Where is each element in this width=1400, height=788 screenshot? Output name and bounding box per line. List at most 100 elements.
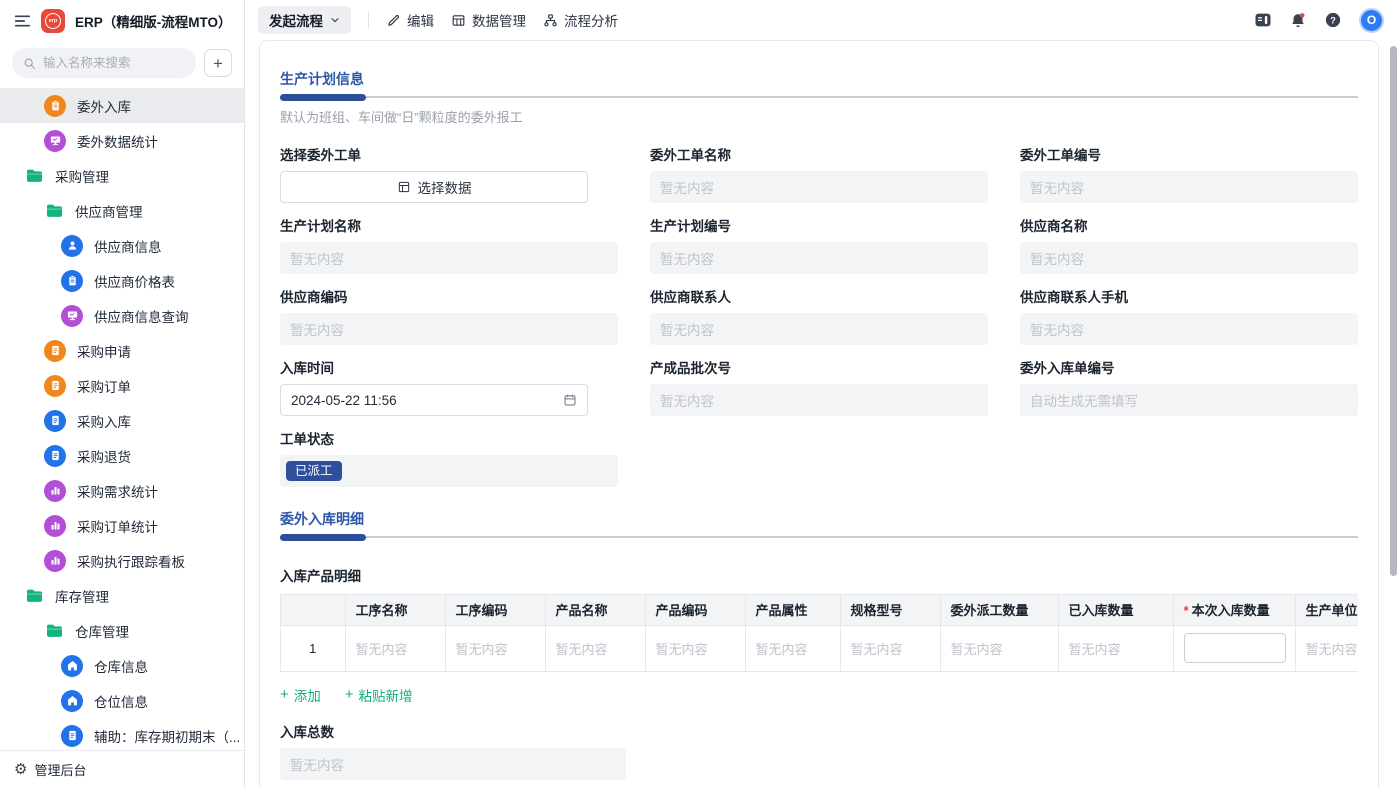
sidebar-item[interactable]: 采购订单统计 (0, 508, 244, 543)
field-label: 委外入库单编号 (1020, 357, 1358, 377)
sidebar-item[interactable]: 供应商管理 (0, 193, 244, 228)
total-inbound-value: 暂无内容 (280, 748, 626, 780)
sidebar-item[interactable]: 供应商价格表 (0, 263, 244, 298)
table-cell: 暂无内容 (345, 625, 445, 671)
hamburger-menu-icon[interactable] (14, 14, 31, 28)
table-grid-icon (451, 13, 466, 28)
data-management-menu-item[interactable]: 数据管理 (451, 10, 526, 30)
sidebar-item[interactable]: 委外入库 (0, 88, 244, 123)
field-label: 供应商联系人 (650, 286, 988, 306)
table-cell: 暂无内容 (840, 625, 940, 671)
readonly-field: 暂无内容 (650, 171, 988, 203)
help-icon[interactable]: ? (1324, 11, 1342, 29)
paste-add-label: 粘贴新增 (359, 685, 413, 705)
sidebar-item-label: 采购需求统计 (77, 481, 158, 501)
section-subtitle: 默认为班组、车间做“日”颗粒度的委外报工 (280, 107, 1358, 126)
start-process-button[interactable]: 发起流程 (258, 6, 351, 34)
chevron-down-icon (330, 15, 340, 25)
column-header: *本次入库数量 (1173, 595, 1295, 625)
form-grid: 选择委外工单选择数据委外工单名称暂无内容委外工单编号暂无内容生产计划名称暂无内容… (280, 144, 1358, 499)
svg-text:?: ? (1330, 15, 1336, 25)
sidebar-item[interactable]: 采购订单 (0, 368, 244, 403)
search-icon (23, 57, 36, 70)
panel-toggle-icon[interactable] (1254, 12, 1272, 28)
sidebar-header: erp ERP（精细版-流程MTO） (0, 0, 244, 42)
sidebar-item-label: 采购订单统计 (77, 516, 158, 536)
section-title: 委外入库明细 (280, 509, 1358, 529)
field-label: 委外工单编号 (1020, 144, 1358, 164)
scrollbar[interactable] (1390, 46, 1397, 576)
sidebar-item[interactable]: 采购管理 (0, 158, 244, 193)
inbound-quantity-input[interactable] (1184, 633, 1286, 663)
sidebar-item[interactable]: 采购申请 (0, 333, 244, 368)
table-cell: 暂无内容 (940, 625, 1058, 671)
sidebar-item[interactable]: 采购执行跟踪看板 (0, 543, 244, 578)
readonly-field: 暂无内容 (1020, 242, 1358, 274)
add-row-label: 添加 (294, 685, 321, 705)
process-analysis-label: 流程分析 (564, 10, 618, 30)
monitor-icon (44, 130, 66, 152)
form-field: 工单状态已派工 (280, 428, 618, 487)
add-button[interactable]: + (204, 49, 232, 77)
sidebar-item[interactable]: 供应商信息查询 (0, 298, 244, 333)
start-process-label: 发起流程 (269, 10, 323, 30)
chart-icon (44, 515, 66, 537)
sidebar-item-label: 采购入库 (77, 411, 131, 431)
chart-icon (44, 550, 66, 572)
sidebar-item-label: 供应商管理 (75, 201, 143, 221)
sidebar-item[interactable]: 供应商信息 (0, 228, 244, 263)
readonly-field: 自动生成无需填写 (1020, 384, 1358, 416)
row-number-cell: 1 (281, 625, 345, 671)
main-area: 发起流程 编辑 数据管理 流程分析 (246, 0, 1400, 788)
table-cell: 暂无内容 (1295, 625, 1358, 671)
sidebar-item[interactable]: 采购入库 (0, 403, 244, 438)
sidebar-item-label: 采购申请 (77, 341, 131, 361)
table-actions: + 添加 + 粘贴新增 (280, 685, 1358, 705)
sidebar-menu: 委外入库委外数据统计采购管理供应商管理供应商信息供应商价格表供应商信息查询采购申… (0, 88, 244, 750)
paste-add-link[interactable]: + 粘贴新增 (345, 685, 413, 705)
datetime-input[interactable]: 2024-05-22 11:56 (280, 384, 588, 416)
sidebar-item-label: 供应商信息 (94, 236, 162, 256)
doc-icon (44, 410, 66, 432)
column-header: 工序编码 (445, 595, 545, 625)
sidebar-item[interactable]: 采购需求统计 (0, 473, 244, 508)
plus-icon: + (280, 687, 289, 702)
monitor-icon (61, 305, 83, 327)
search-input[interactable] (43, 56, 185, 70)
readonly-field: 暂无内容 (1020, 171, 1358, 203)
user-avatar[interactable]: O (1359, 8, 1384, 33)
column-header: 生产单位 (1295, 595, 1358, 625)
select-data-button[interactable]: 选择数据 (280, 171, 588, 203)
sidebar-item[interactable]: 仓位信息 (0, 683, 244, 718)
sidebar-item-label: 采购执行跟踪看板 (77, 551, 185, 571)
sidebar-item[interactable]: 仓库管理 (0, 613, 244, 648)
sidebar-item[interactable]: 辅助：库存期初期末（... (0, 718, 244, 750)
edit-menu-item[interactable]: 编辑 (386, 10, 434, 30)
field-label: 委外工单名称 (650, 144, 988, 164)
notifications-bell-icon[interactable] (1289, 11, 1307, 30)
total-inbound-label: 入库总数 (280, 721, 626, 741)
section-progress-bar (280, 534, 1358, 541)
add-row-link[interactable]: + 添加 (280, 685, 321, 705)
admin-backend-link[interactable]: ⚙ 管理后台 (0, 750, 244, 788)
doc-icon (61, 725, 83, 747)
sidebar-item[interactable]: 委外数据统计 (0, 123, 244, 158)
sidebar-item-label: 采购退货 (77, 446, 131, 466)
sidebar-item[interactable]: 采购退货 (0, 438, 244, 473)
column-header: 规格型号 (840, 595, 940, 625)
form-field: 选择委外工单选择数据 (280, 144, 618, 203)
table-cell: 暂无内容 (645, 625, 745, 671)
sidebar-item-label: 库存管理 (55, 586, 109, 606)
total-inbound-field: 入库总数 暂无内容 (280, 721, 626, 780)
process-analysis-menu-item[interactable]: 流程分析 (543, 10, 618, 30)
row-number-header (281, 595, 345, 625)
sidebar-item[interactable]: 仓库信息 (0, 648, 244, 683)
search-box[interactable] (12, 48, 196, 78)
column-header: 产品属性 (745, 595, 840, 625)
folder-icon (44, 201, 64, 220)
form-field: 供应商名称暂无内容 (1020, 215, 1358, 274)
sidebar-item-label: 仓库信息 (94, 656, 148, 676)
form-field: 供应商联系人手机暂无内容 (1020, 286, 1358, 345)
table-cell (1173, 625, 1295, 671)
sidebar-item[interactable]: 库存管理 (0, 578, 244, 613)
